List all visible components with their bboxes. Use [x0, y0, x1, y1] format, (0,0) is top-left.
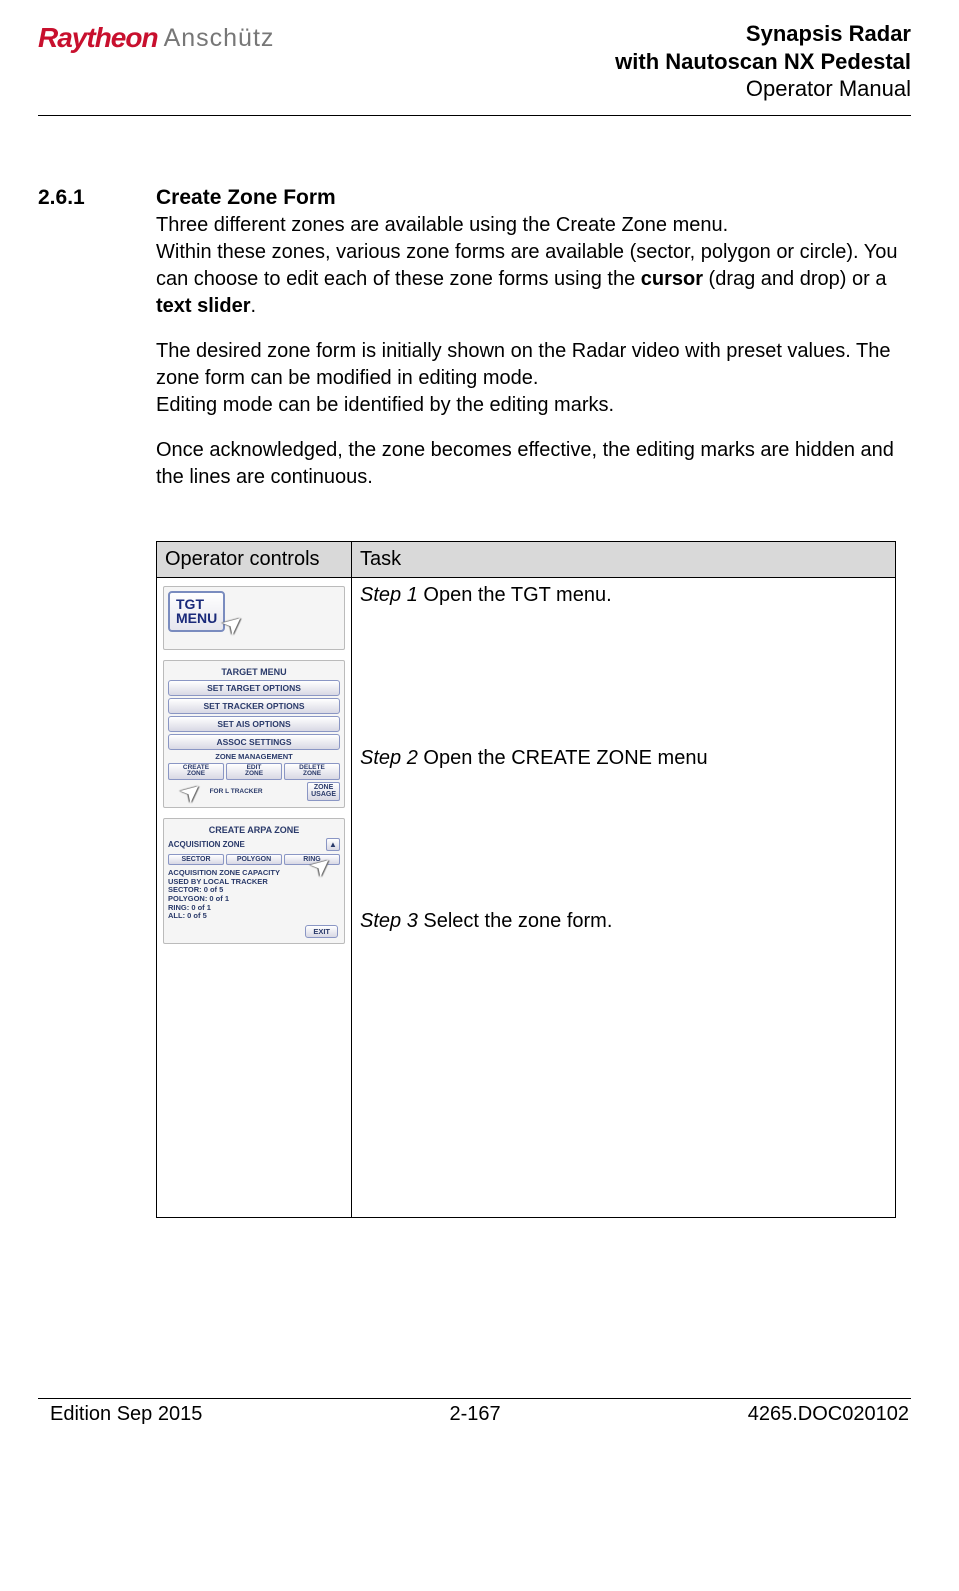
screenshot-tgt-menu: TGT MENU ➤ — [163, 586, 345, 650]
footer-doc-id: 4265.DOC020102 — [748, 1403, 909, 1426]
screenshot-stack: TGT MENU ➤ TARGET MENU SET TARGET OPTION… — [161, 582, 347, 948]
doc-title-line2: with Nautoscan NX Pedestal — [615, 48, 911, 76]
step-1-label: Step 1 — [360, 584, 418, 606]
header-operator-controls: Operator controls — [157, 541, 352, 577]
footer-edition: Edition Sep 2015 — [50, 1403, 202, 1426]
footer-row: Edition Sep 2015 2-167 4265.DOC020102 — [38, 1399, 911, 1452]
screenshot-create-arpa-zone: CREATE ARPA ZONE ACQUISITION ZONE ▲ SECT… — [163, 818, 345, 944]
table-row: TGT MENU ➤ TARGET MENU SET TARGET OPTION… — [157, 577, 896, 1217]
logo-secondary: Anschütz — [164, 24, 275, 53]
paragraph-1: Three different zones are available usin… — [156, 212, 911, 320]
exit-button[interactable]: EXIT — [305, 925, 338, 938]
set-ais-options-button[interactable]: SET AIS OPTIONS — [168, 716, 340, 732]
delete-zone-button[interactable]: DELETEZONE — [284, 763, 340, 781]
doc-title-line3: Operator Manual — [615, 75, 911, 103]
tgt-menu-button[interactable]: TGT MENU — [168, 591, 225, 632]
table-header-row: Operator controls Task — [157, 541, 896, 577]
zone-form-row: SECTOR POLYGON RING — [168, 854, 340, 865]
ring-button[interactable]: RING — [284, 854, 340, 865]
step-1: Step 1 Open the TGT menu. — [360, 584, 887, 607]
step-2: Step 2 Open the CREATE ZONE menu — [360, 747, 887, 770]
assoc-settings-button[interactable]: ASSOC SETTINGS — [168, 734, 340, 750]
capacity-block: ACQUISITION ZONE CAPACITY USED BY LOCAL … — [168, 869, 340, 921]
header-task: Task — [352, 541, 896, 577]
target-menu-title: TARGET MENU — [168, 667, 340, 677]
set-target-options-button[interactable]: SET TARGET OPTIONS — [168, 680, 340, 696]
section-number: 2.6.1 — [38, 186, 156, 210]
step-2-label: Step 2 — [360, 747, 418, 769]
acquisition-zone-row: ACQUISITION ZONE ▲ — [168, 838, 340, 851]
section-heading: 2.6.1 Create Zone Form — [38, 186, 911, 210]
edit-zone-button[interactable]: EDITZONE — [226, 763, 282, 781]
step-3-label: Step 3 — [360, 910, 418, 932]
create-zone-button[interactable]: CREATEZONE — [168, 763, 224, 781]
sector-button[interactable]: SECTOR — [168, 854, 224, 865]
procedure-table: Operator controls Task TGT MENU ➤ — [156, 541, 896, 1218]
page-header: Raytheon Anschütz Synapsis Radar with Na… — [38, 20, 911, 115]
paragraph-3: Once acknowledged, the zone becomes effe… — [156, 437, 911, 491]
step-3-text: Select the zone form. — [418, 910, 613, 932]
zone-buttons-row: CREATEZONE EDITZONE DELETEZONE — [168, 763, 340, 781]
doc-title-line1: Synapsis Radar — [615, 20, 911, 48]
zone-management-label: ZONE MANAGEMENT — [168, 752, 340, 761]
logo-primary: Raytheon — [38, 22, 158, 54]
create-arpa-zone-title: CREATE ARPA ZONE — [168, 825, 340, 835]
set-tracker-options-button[interactable]: SET TRACKER OPTIONS — [168, 698, 340, 714]
section-title: Create Zone Form — [156, 186, 336, 210]
tracker-row: FOR L TRACKER ZONEUSAGE — [168, 782, 340, 801]
task-cell: Step 1 Open the TGT menu. Step 2 Open th… — [352, 577, 896, 1217]
spin-up-button[interactable]: ▲ — [326, 838, 340, 851]
step-2-text: Open the CREATE ZONE menu — [418, 747, 708, 769]
page-content: 2.6.1 Create Zone Form Three different z… — [38, 116, 911, 1218]
zone-usage-button[interactable]: ZONEUSAGE — [307, 782, 340, 801]
acquisition-zone-label: ACQUISITION ZONE — [168, 840, 245, 849]
screenshot-target-menu: TARGET MENU SET TARGET OPTIONS SET TRACK… — [163, 660, 345, 808]
capacity-all: ALL: 0 of 5 — [168, 912, 340, 921]
brand-logo: Raytheon Anschütz — [38, 20, 274, 54]
document-page: Raytheon Anschütz Synapsis Radar with Na… — [0, 0, 959, 1472]
document-title-block: Synapsis Radar with Nautoscan NX Pedesta… — [615, 20, 911, 103]
polygon-button[interactable]: POLYGON — [226, 854, 282, 865]
footer-page-number: 2-167 — [449, 1403, 500, 1426]
operator-controls-cell: TGT MENU ➤ TARGET MENU SET TARGET OPTION… — [157, 577, 352, 1217]
step-3: Step 3 Select the zone form. — [360, 910, 887, 933]
for-tracker-label: FOR L TRACKER — [168, 788, 304, 795]
page-footer: Edition Sep 2015 2-167 4265.DOC020102 — [38, 1398, 911, 1452]
step-1-text: Open the TGT menu. — [418, 584, 612, 606]
body-text: Three different zones are available usin… — [156, 212, 911, 491]
paragraph-2: The desired zone form is initially shown… — [156, 338, 911, 419]
